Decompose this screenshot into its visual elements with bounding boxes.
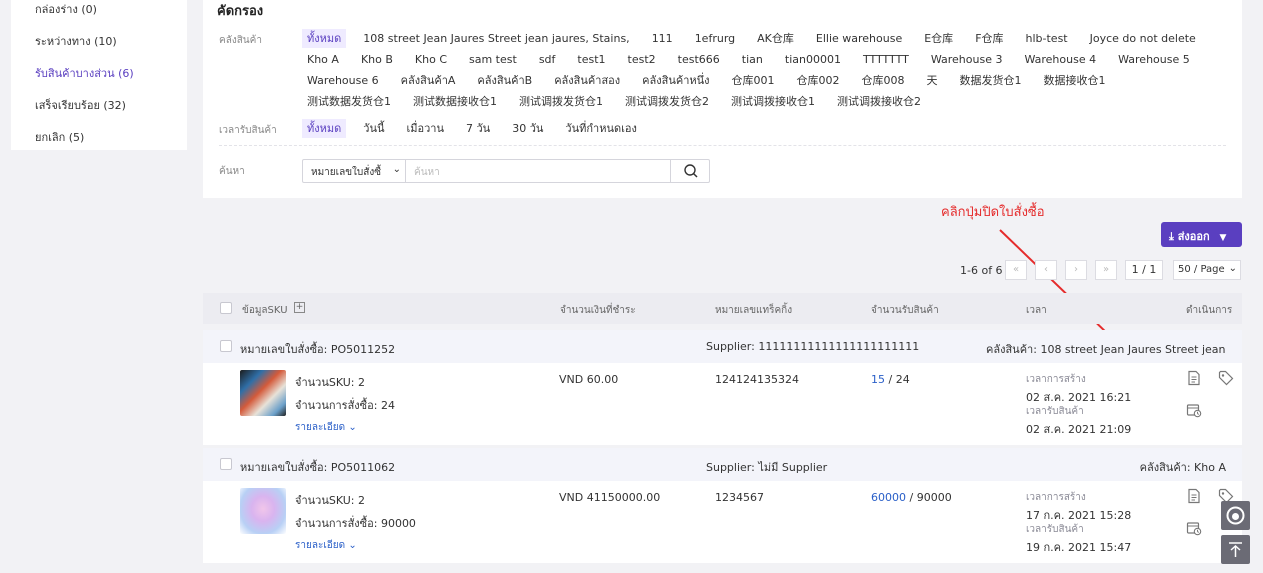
prev-page-button[interactable]: ‹ xyxy=(1035,260,1057,280)
order-row-body: จำนวนSKU: 2 จำนวนการสั่งซื้อ: 90000 รายล… xyxy=(203,481,1242,563)
order-checkbox[interactable] xyxy=(220,458,232,470)
tracking-number: 1234567 xyxy=(715,491,764,504)
header-actions: ดำเนินการ xyxy=(1186,305,1233,316)
order-warehouse: คลังสินค้า: 108 street Jean Jaures Stree… xyxy=(986,343,1226,356)
table-header: ข้อมูลSKU + จำนวนเงินที่ชำระ หมายเลขแทร็… xyxy=(203,293,1242,324)
detail-label: รายละเอียด xyxy=(295,540,346,551)
order-po-number: หมายเลขใบสั่งซื้อ: PO5011252 xyxy=(240,343,396,356)
export-button[interactable]: ⤓ ส่งออก ▼ xyxy=(1161,222,1242,247)
sku-count: จำนวนSKU: 2 xyxy=(295,376,365,389)
order-row-header: หมายเลขใบสั่งซื้อ: PO5011252 Supplier: 1… xyxy=(203,330,1242,363)
header-sku: ข้อมูลSKU xyxy=(242,305,288,316)
total-count: / 24 xyxy=(885,373,910,386)
order-quantity: จำนวนการสั่งซื้อ: 90000 xyxy=(295,517,416,530)
page-indicator[interactable]: 1 / 1 xyxy=(1125,260,1163,280)
order-warehouse: คลังสินค้า: Kho A xyxy=(1139,461,1226,474)
document-icon[interactable] xyxy=(1186,488,1202,504)
created-time-label: เวลาการสร้าง xyxy=(1026,492,1086,503)
order-quantity: จำนวนการสั่งซื้อ: 24 xyxy=(295,399,395,412)
caret-down-icon: ▼ xyxy=(1219,233,1227,243)
detail-label: รายละเอียด xyxy=(295,422,346,433)
page-size-value: 50 / Page xyxy=(1178,264,1225,275)
received-time: 02 ส.ค. 2021 21:09 xyxy=(1026,423,1132,436)
document-icon[interactable] xyxy=(1186,370,1202,386)
received-time: 19 ก.ค. 2021 15:47 xyxy=(1026,541,1132,554)
product-thumbnail[interactable] xyxy=(240,488,286,534)
next-page-button[interactable]: › xyxy=(1065,260,1087,280)
chevron-down-icon: ⌄ xyxy=(348,422,357,433)
created-time-label: เวลาการสร้าง xyxy=(1026,374,1086,385)
tracking-number: 124124135324 xyxy=(715,373,799,386)
received-time-label: เวลารับสินค้า xyxy=(1026,524,1084,535)
order-row-body: จำนวนSKU: 2 จำนวนการสั่งซื้อ: 24 รายละเอ… xyxy=(203,363,1242,445)
pager-info: 1-6 of 6 xyxy=(960,264,1003,277)
received-quantity: 60000 / 90000 xyxy=(871,491,952,504)
received-quantity: 15 / 24 xyxy=(871,373,910,386)
received-count[interactable]: 15 xyxy=(871,373,885,386)
page-size-select[interactable]: 50 / Page ⌄ xyxy=(1173,260,1241,280)
received-time-label: เวลารับสินค้า xyxy=(1026,406,1084,417)
order-supplier: Supplier: 11111111111111111111111 xyxy=(706,340,920,353)
first-page-button[interactable]: « xyxy=(1005,260,1027,280)
export-label: ส่งออก xyxy=(1177,230,1210,243)
received-count[interactable]: 60000 xyxy=(871,491,906,504)
arrow-up-icon xyxy=(1229,542,1242,557)
header-tracking: หมายเลขแทร็คกิ้ง xyxy=(715,305,793,316)
back-to-top-button[interactable] xyxy=(1221,535,1250,564)
close-order-icon[interactable] xyxy=(1186,520,1202,536)
total-count: / 90000 xyxy=(906,491,952,504)
download-icon: ⤓ xyxy=(1169,230,1174,243)
sku-count: จำนวนSKU: 2 xyxy=(295,494,365,507)
headset-icon xyxy=(1226,506,1245,525)
header-received: จำนวนรับสินค้า xyxy=(871,305,939,316)
order-amount: VND 41150000.00 xyxy=(559,491,661,504)
order-po-number: หมายเลขใบสั่งซื้อ: PO5011062 xyxy=(240,461,396,474)
detail-link[interactable]: รายละเอียด ⌄ xyxy=(295,538,357,553)
customer-service-button[interactable] xyxy=(1221,501,1250,530)
detail-link[interactable]: รายละเอียด ⌄ xyxy=(295,420,357,435)
chevron-down-icon: ⌄ xyxy=(348,540,357,551)
header-time: เวลา xyxy=(1026,305,1047,316)
order-checkbox[interactable] xyxy=(220,340,232,352)
order-row-header: หมายเลขใบสั่งซื้อ: PO5011062 Supplier: ไ… xyxy=(203,448,1242,481)
chevron-down-icon: ⌄ xyxy=(1228,263,1237,274)
tag-icon[interactable] xyxy=(1218,370,1234,386)
order-amount: VND 60.00 xyxy=(559,373,619,386)
expand-plus-icon[interactable]: + xyxy=(294,302,305,313)
order-supplier: Supplier: ไม่มี Supplier xyxy=(706,461,828,474)
select-all-checkbox[interactable] xyxy=(220,302,232,314)
last-page-button[interactable]: » xyxy=(1095,260,1117,280)
header-amount: จำนวนเงินที่ชำระ xyxy=(560,305,636,316)
product-thumbnail[interactable] xyxy=(240,370,286,416)
close-order-icon[interactable] xyxy=(1186,402,1202,418)
